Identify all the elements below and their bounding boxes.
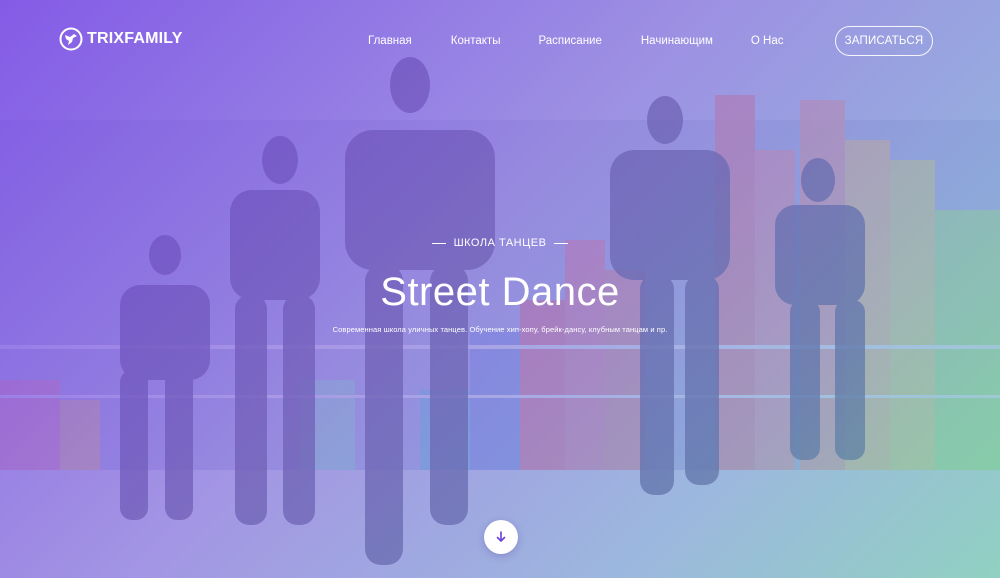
nav-item-schedule[interactable]: Расписание bbox=[538, 35, 601, 47]
eyebrow-line-left bbox=[431, 242, 446, 244]
site-header: TRIXFAMILY Главная Контакты Расписание Н… bbox=[0, 0, 1000, 84]
nav-item-home[interactable]: Главная bbox=[368, 35, 412, 47]
nav-item-contacts[interactable]: Контакты bbox=[451, 35, 501, 47]
main-nav: Главная Контакты Расписание Начинающим О… bbox=[368, 35, 784, 47]
dancer-circle-icon bbox=[59, 27, 83, 51]
hero-title: Street Dance bbox=[380, 270, 620, 314]
hero-eyebrow: ШКОЛА ТАНЦЕВ bbox=[0, 237, 1000, 249]
scroll-down-button[interactable] bbox=[484, 520, 518, 554]
nav-item-beginners[interactable]: Начинающим bbox=[641, 35, 713, 47]
arrow-down-icon bbox=[496, 531, 506, 542]
eyebrow-text: ШКОЛА ТАНЦЕВ bbox=[453, 237, 547, 249]
eyebrow-line-right bbox=[554, 242, 569, 244]
brand-name: TRIXFAMILY bbox=[87, 30, 183, 47]
hero-subtitle: Современная школа уличных танцев. Обучен… bbox=[332, 325, 668, 334]
nav-item-about[interactable]: О Нас bbox=[751, 35, 784, 47]
brand-logo[interactable]: TRIXFAMILY bbox=[59, 27, 183, 51]
hero-section: TRIXFAMILY Главная Контакты Расписание Н… bbox=[0, 0, 1000, 578]
signup-button[interactable]: ЗАПИСАТЬСЯ bbox=[835, 26, 933, 56]
